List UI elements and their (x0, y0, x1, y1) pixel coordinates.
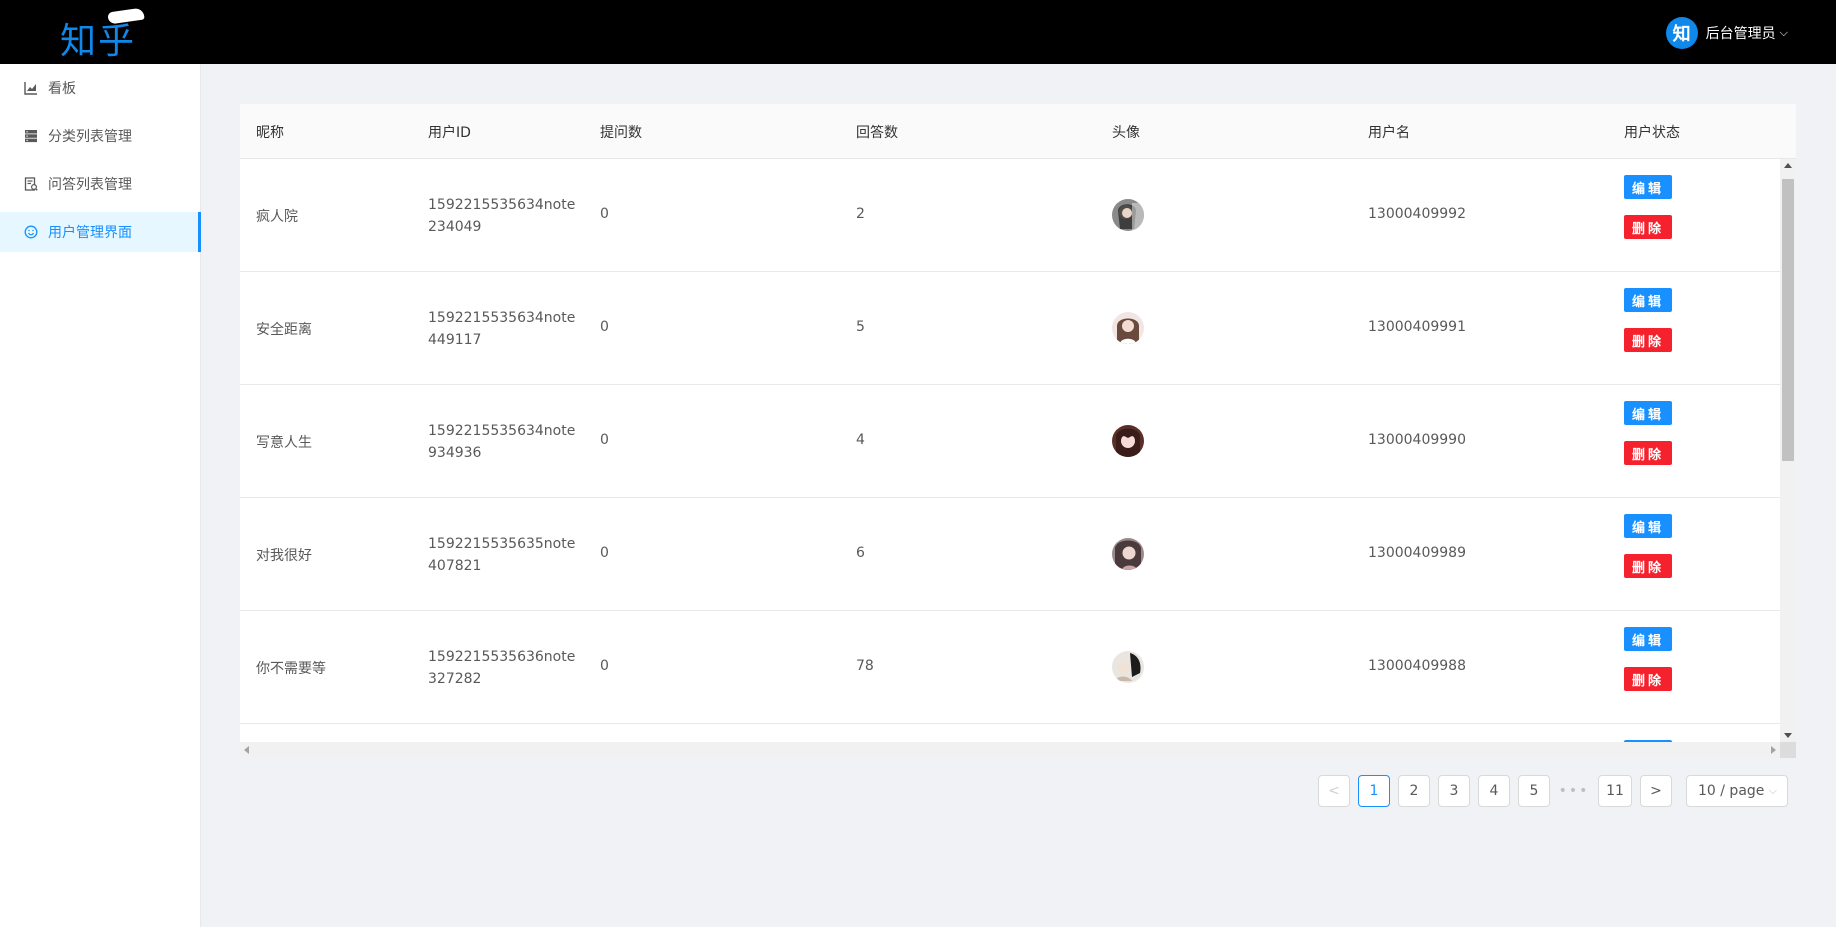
page-3-button[interactable]: 3 (1438, 775, 1470, 807)
delete-button[interactable]: 删除 (1624, 554, 1672, 578)
edit-button[interactable]: 编辑 (1624, 401, 1672, 425)
questions-cell: 0 (600, 206, 609, 222)
answers-cell: 6 (856, 545, 865, 561)
smile-icon (24, 225, 38, 239)
user-avatar-image (1112, 651, 1144, 683)
page-5-button[interactable]: 5 (1518, 775, 1550, 807)
username-cell: 13000409988 (1368, 658, 1466, 674)
nickname-cell: 你不需要等 (256, 661, 326, 677)
nickname-cell: 对我很好 (256, 548, 312, 564)
audit-icon (24, 177, 38, 191)
nickname-cell: 写意人生 (256, 435, 312, 451)
user-avatar[interactable]: 知 (1665, 17, 1698, 49)
chevron-down-icon: ⌵ (1768, 784, 1777, 797)
next-page-button[interactable]: > (1640, 775, 1672, 807)
sidebar-item-category[interactable]: 分类列表管理 (0, 116, 200, 156)
page-4-button[interactable]: 4 (1478, 775, 1510, 807)
edit-button[interactable]: 编辑 (1624, 288, 1672, 312)
chart-icon (24, 82, 37, 95)
user-id-cell: 1592215535634note234049 (428, 197, 576, 235)
user-id-cell: 1592215535635note407821 (428, 536, 576, 574)
answers-cell: 78 (856, 658, 874, 674)
table-row: 你不需要等 1592215535636note327282 0 78 13000… (240, 611, 1780, 724)
scrollbar-corner (1780, 742, 1796, 758)
column-header-user-id[interactable]: 用户ID (428, 122, 471, 142)
nickname-cell: 安全距离 (256, 322, 312, 338)
user-name[interactable]: 后台管理员 (1706, 23, 1776, 43)
sidebar-item-label: 问答列表管理 (48, 177, 132, 193)
username-cell: 13000409990 (1368, 432, 1466, 448)
table-body: 疯人院 1592215535634note234049 0 2 13000409… (240, 159, 1780, 742)
edit-button[interactable]: 编辑 (1624, 627, 1672, 651)
zhihu-logo[interactable]: 知乎 (60, 7, 150, 62)
scroll-down-arrow-icon[interactable] (1784, 733, 1792, 738)
scroll-right-arrow-icon[interactable] (1771, 746, 1776, 754)
questions-cell: 0 (600, 545, 609, 561)
chevron-down-icon[interactable]: ⌵ (1780, 26, 1788, 40)
sidebar-item-users[interactable]: 用户管理界面 (0, 212, 201, 252)
user-table: 昵称 用户ID 提问数 回答数 头像 用户名 用户状态 疯人院 15922155… (240, 104, 1796, 742)
delete-button[interactable]: 删除 (1624, 667, 1672, 691)
scroll-up-arrow-icon[interactable] (1784, 163, 1792, 168)
user-avatar-image (1112, 199, 1144, 231)
questions-cell: 0 (600, 432, 609, 448)
username-cell: 13000409992 (1368, 206, 1466, 222)
user-id-cell: 1592215535634note934936 (428, 423, 576, 461)
page-size-value: 10 / page (1698, 783, 1765, 799)
top-header: 知乎 知 后台管理员 ⌵ (0, 0, 1836, 64)
username-cell: 13000409989 (1368, 545, 1466, 561)
answers-cell: 4 (856, 432, 865, 448)
username-cell: 13000409991 (1368, 319, 1466, 335)
sidebar-item-qa[interactable]: 问答列表管理 (0, 164, 200, 204)
page-1-button[interactable]: 1 (1358, 775, 1390, 807)
pagination-ellipsis[interactable]: ••• (1558, 775, 1590, 807)
nickname-cell: 疯人院 (256, 209, 298, 225)
user-avatar-image (1112, 312, 1144, 344)
scrollbar-thumb[interactable] (1782, 179, 1794, 461)
table-row (240, 724, 1780, 742)
delete-button[interactable]: 删除 (1624, 328, 1672, 352)
user-id-cell: 1592215535636note327282 (428, 649, 576, 687)
user-avatar-image (1112, 425, 1144, 457)
prev-page-button[interactable]: < (1318, 775, 1350, 807)
questions-cell: 0 (600, 658, 609, 674)
sidebar-item-label: 用户管理界面 (48, 225, 132, 241)
page-2-button[interactable]: 2 (1398, 775, 1430, 807)
table-row: 疯人院 1592215535634note234049 0 2 13000409… (240, 159, 1780, 272)
table-row: 对我很好 1592215535635note407821 0 6 1300040… (240, 498, 1780, 611)
answers-cell: 5 (856, 319, 865, 335)
column-header-nickname[interactable]: 昵称 (256, 122, 284, 142)
delete-button[interactable]: 删除 (1624, 441, 1672, 465)
vertical-scrollbar[interactable] (1780, 159, 1796, 742)
questions-cell: 0 (600, 319, 609, 335)
user-id-cell: 1592215535634note449117 (428, 310, 576, 348)
user-avatar-image (1112, 538, 1144, 570)
edit-button[interactable]: 编辑 (1624, 514, 1672, 538)
user-menu[interactable]: 知 后台管理员 ⌵ (1665, 17, 1788, 49)
sidebar-item-dashboard[interactable]: 看板 (0, 68, 200, 108)
table-row: 安全距离 1592215535634note449117 0 5 1300040… (240, 272, 1780, 385)
scroll-left-arrow-icon[interactable] (244, 746, 249, 754)
edit-button[interactable]: 编辑 (1624, 175, 1672, 199)
table-row: 写意人生 1592215535634note934936 0 4 1300040… (240, 385, 1780, 498)
sidebar-item-label: 看板 (48, 81, 76, 97)
sidebar-item-label: 分类列表管理 (48, 129, 132, 145)
horizontal-scrollbar[interactable] (240, 742, 1780, 758)
page-size-select[interactable]: 10 / page ⌵ (1686, 775, 1788, 807)
column-header-username[interactable]: 用户名 (1368, 122, 1410, 142)
sidebar: 看板 分类列表管理 问答列表管理 用户管理界面 (0, 64, 201, 927)
column-header-status[interactable]: 用户状态 (1624, 122, 1680, 142)
column-header-avatar[interactable]: 头像 (1112, 122, 1140, 142)
database-icon (25, 130, 37, 143)
column-header-questions[interactable]: 提问数 (600, 122, 642, 142)
delete-button[interactable]: 删除 (1624, 215, 1672, 239)
page-last-button[interactable]: 11 (1598, 775, 1632, 807)
column-header-answers[interactable]: 回答数 (856, 122, 898, 142)
logo-splash (107, 7, 145, 25)
table-header: 昵称 用户ID 提问数 回答数 头像 用户名 用户状态 (240, 104, 1796, 159)
answers-cell: 2 (856, 206, 865, 222)
